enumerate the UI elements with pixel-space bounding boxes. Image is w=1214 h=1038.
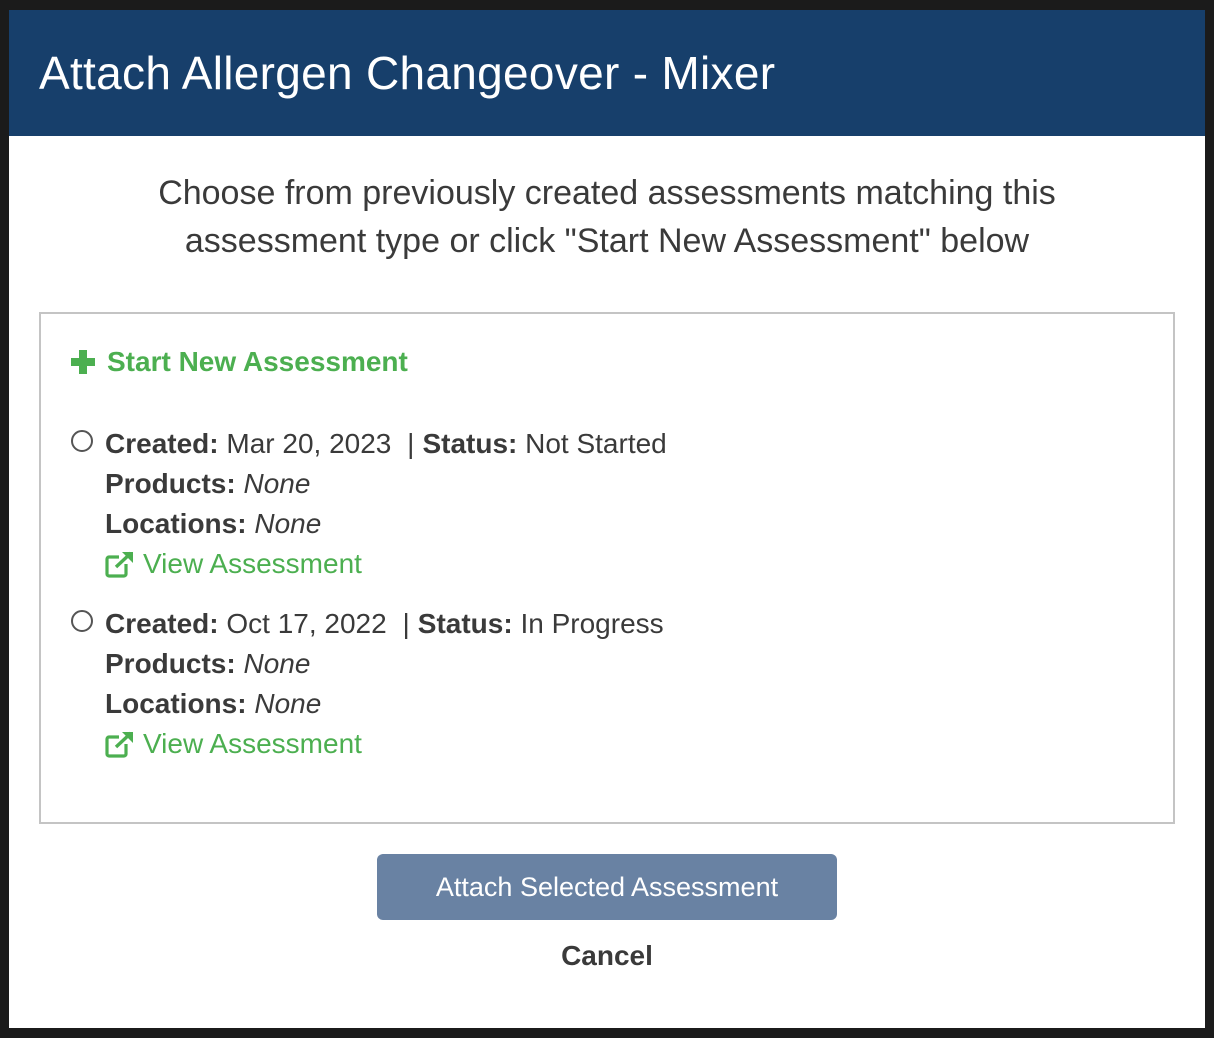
assessment-locations-line: Locations: None	[105, 504, 667, 544]
start-new-assessment-label: Start New Assessment	[107, 346, 408, 377]
locations-value: None	[254, 508, 322, 539]
assessment-locations-line: Locations: None	[105, 684, 664, 724]
assessment-item: Created: Mar 20, 2023 | Status: Not Start…	[71, 424, 667, 584]
created-value: Mar 20, 2023	[226, 428, 392, 459]
assessment-created-line: Created: Oct 17, 2022 | Status: In Progre…	[105, 604, 664, 644]
view-assessment-link[interactable]: View Assessment	[105, 544, 362, 584]
start-new-assessment-link[interactable]: Start New Assessment	[71, 346, 408, 378]
products-label: Products:	[105, 648, 236, 679]
assessment-products-line: Products: None	[105, 464, 667, 504]
modal-header: Attach Allergen Changeover - Mixer	[9, 10, 1205, 136]
assessment-radio[interactable]	[71, 610, 93, 632]
separator: |	[402, 608, 410, 639]
view-assessment-label: View Assessment	[143, 728, 362, 759]
status-label: Status:	[417, 608, 513, 639]
status-label: Status:	[422, 428, 518, 459]
assessment-item: Created: Oct 17, 2022 | Status: In Progre…	[71, 604, 664, 764]
locations-label: Locations:	[105, 508, 247, 539]
attach-selected-assessment-button[interactable]: Attach Selected Assessment	[377, 854, 837, 920]
plus-icon	[71, 350, 95, 374]
products-value: None	[243, 468, 311, 499]
assessment-products-line: Products: None	[105, 644, 664, 684]
created-label: Created:	[105, 608, 219, 639]
status-value: Not Started	[525, 428, 667, 459]
products-value: None	[243, 648, 311, 679]
modal-instructions: Choose from previously created assessmen…	[158, 174, 1056, 260]
external-link-icon	[105, 551, 133, 578]
view-assessment-link[interactable]: View Assessment	[105, 724, 362, 764]
separator: |	[407, 428, 415, 459]
locations-value: None	[254, 688, 322, 719]
modal-title: Attach Allergen Changeover - Mixer	[39, 47, 776, 99]
external-link-icon	[105, 731, 133, 758]
created-label: Created:	[105, 428, 219, 459]
cancel-link[interactable]: Cancel	[9, 940, 1205, 972]
assessment-created-line: Created: Mar 20, 2023 | Status: Not Start…	[105, 424, 667, 464]
assessment-radio[interactable]	[71, 430, 93, 452]
created-value: Oct 17, 2022	[226, 608, 387, 639]
view-assessment-label: View Assessment	[143, 548, 362, 579]
status-value: In Progress	[520, 608, 664, 639]
products-label: Products:	[105, 468, 236, 499]
attach-assessment-modal: Attach Allergen Changeover - Mixer Choos…	[9, 10, 1205, 1028]
assessment-list: Start New Assessment Created: Mar 20, 20…	[39, 312, 1175, 824]
locations-label: Locations:	[105, 688, 247, 719]
